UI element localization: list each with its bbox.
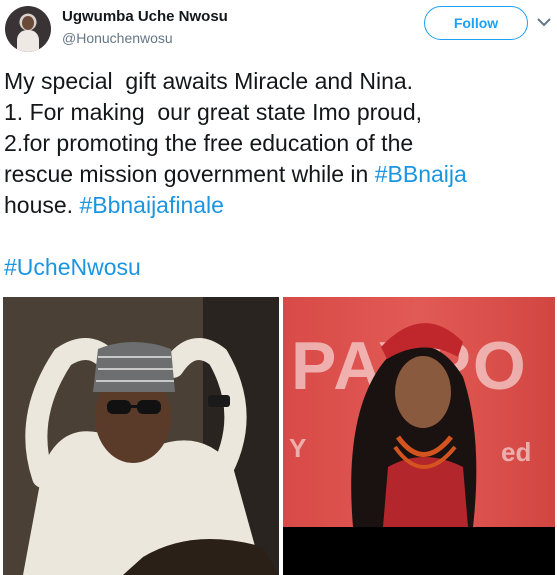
tweet-text-line: 2.for promoting the free education of th… [4,128,554,159]
tweet-card: Ugwumba Uche Nwosu @Honuchenwosu Follow … [0,0,557,575]
tweet-text-line: 1. For making our great state Imo proud, [4,97,554,128]
chevron-down-icon[interactable] [536,14,552,30]
tweet-text-line: house. #Bbnaijafinale [4,190,554,221]
photo-man-in-cap[interactable] [3,297,279,575]
tweet-text: My special gift awaits Miracle and Nina.… [4,66,554,283]
media-gallery[interactable]: PAYPO Y ed [3,297,555,575]
tweet-text-line [4,221,554,252]
avatar[interactable] [5,6,51,52]
hashtag-link[interactable]: #BBnaija [375,161,467,187]
avatar-head [22,16,34,30]
photo-woman-in-red[interactable]: PAYPO Y ed [283,297,555,575]
tweet-text-segment: 2.for promoting the free education of th… [4,130,414,156]
tweet-text-segment: house. [4,192,80,218]
user-handle[interactable]: @Honuchenwosu [62,30,173,46]
photo-man-illustration [3,297,279,575]
tweet-text-line: #UcheNwosu [4,252,554,283]
hashtag-link[interactable]: #Bbnaijafinale [79,192,224,218]
follow-button[interactable]: Follow [424,6,528,40]
tweet-text-segment: rescue mission government while in [4,161,375,187]
tweet-text-line: My special gift awaits Miracle and Nina. [4,66,554,97]
avatar-body [17,30,39,52]
display-name[interactable]: Ugwumba Uche Nwosu [62,8,228,25]
tweet-text-line: rescue mission government while in #BBna… [4,159,554,190]
hashtag-link[interactable]: #UcheNwosu [4,254,141,280]
photo-woman-illustration [351,323,477,527]
tweet-text-segment: My special gift awaits Miracle and Nina. [4,68,414,94]
tweet-text-segment: 1. For making our great state Imo proud, [4,99,423,125]
